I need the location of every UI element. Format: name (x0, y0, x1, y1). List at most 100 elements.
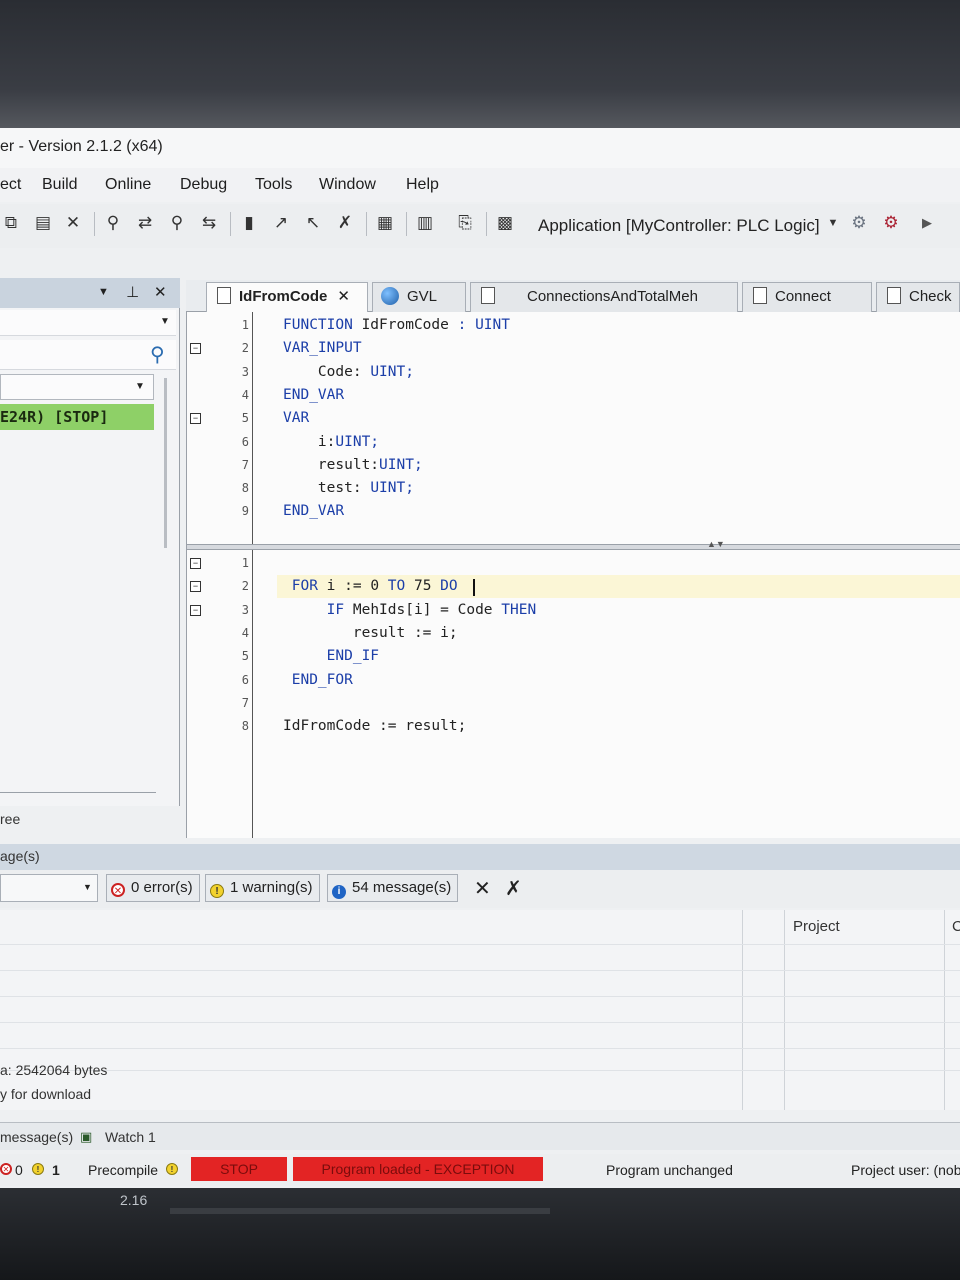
code-editor[interactable]: 1 FUNCTION IdFromCode : UINT 2− VAR_INPUT 3 … (186, 312, 960, 838)
tab-messages[interactable]: message(s) (0, 1129, 73, 1145)
bookmark-icon[interactable]: ▮ (238, 212, 260, 234)
code-line[interactable]: VAR_INPUT (283, 337, 362, 360)
message-download[interactable]: y for download (0, 1086, 91, 1102)
code-line[interactable]: test: UINT; (283, 477, 414, 500)
status-bar: ✕ 0 ! 1 Precompile ! STOP Program loaded… (0, 1154, 960, 1186)
code-line[interactable]: END_FOR (283, 669, 353, 692)
device-filter[interactable]: ▼ (0, 374, 154, 400)
column-c[interactable]: C (952, 918, 960, 935)
column-divider (742, 910, 743, 1110)
code-text: result: (283, 456, 380, 473)
warnings-filter[interactable]: ! 1 warning(s) (205, 874, 320, 902)
code-text: 75 (405, 578, 441, 595)
tab-connect[interactable]: Connect (742, 282, 872, 312)
replace-icon[interactable]: ⇄ (134, 212, 156, 234)
menu-tools[interactable]: Tools (255, 176, 292, 194)
clear-bookmarks-icon[interactable]: ✗ (334, 212, 356, 234)
device-node-plc[interactable]: E24R) [STOP] (0, 404, 154, 430)
tab-connectionsandtotalmeh[interactable]: ConnectionsAndTotalMeh (470, 282, 738, 312)
column-project[interactable]: Project (793, 918, 840, 935)
messages-header: age(s) (0, 844, 960, 870)
code-line[interactable]: END_VAR (283, 500, 344, 523)
close-icon[interactable]: ✕ (337, 283, 350, 311)
code-text: i := 0 (317, 578, 388, 595)
collapse-icon[interactable]: ▲▼ (707, 539, 725, 549)
copy-icon[interactable]: ⧉ (0, 212, 22, 234)
devices-tree-tab[interactable]: ree (0, 811, 20, 827)
find-in-project-icon[interactable]: ⚲ (166, 212, 188, 234)
message-memory[interactable]: a: 2542064 bytes (0, 1062, 107, 1078)
code-line[interactable]: IdFromCode := result; (283, 715, 466, 738)
message-category-select[interactable]: ▼ (0, 874, 98, 902)
find-icon[interactable]: ⚲ (102, 212, 124, 234)
login-icon[interactable]: ⚙ (848, 212, 870, 234)
messages-filter[interactable]: i 54 message(s) (327, 874, 459, 902)
chevron-down-icon[interactable]: ▼ (822, 212, 844, 234)
run-icon[interactable]: ▶ (916, 212, 938, 234)
export-icon[interactable]: ⎘ (454, 212, 476, 234)
close-icon[interactable]: ✕ (154, 283, 167, 301)
pin-icon[interactable]: ⊥ (126, 283, 139, 301)
code-line[interactable]: FOR i := 0 TO 75 DO (283, 575, 458, 598)
toolbar-separator (94, 212, 95, 236)
editor-tabs: IdFromCode ✕ GVL ConnectionsAndTotalMeh C… (186, 280, 960, 312)
tab-watch-1[interactable]: Watch 1 (105, 1129, 156, 1145)
errors-count: 0 error(s) (131, 879, 193, 896)
chevron-down-icon[interactable]: ▼ (98, 286, 109, 298)
active-application-select[interactable]: Application [MyController: PLC Logic] (538, 216, 820, 236)
clipboard-icon[interactable]: ▦ (374, 212, 396, 234)
code-line[interactable]: VAR (283, 407, 309, 430)
build-icon[interactable]: ▥ (414, 212, 436, 234)
tab-gvl[interactable]: GVL (372, 282, 466, 312)
panel-scrollbar[interactable] (164, 378, 167, 548)
paste-icon[interactable]: ▤ (32, 212, 54, 234)
code-line[interactable]: END_IF (283, 645, 379, 668)
clear-all-icon[interactable]: ✗ (505, 876, 522, 901)
code-text: result := i; (283, 624, 458, 641)
menu-project[interactable]: ect (0, 176, 21, 194)
menu-debug[interactable]: Debug (180, 176, 227, 194)
prev-bookmark-icon[interactable]: ↖ (302, 212, 324, 234)
menu-window[interactable]: Window (319, 176, 376, 194)
code-line[interactable]: FUNCTION IdFromCode : UINT (283, 314, 510, 337)
code-line[interactable]: END_VAR (283, 384, 344, 407)
row-divider (0, 1048, 960, 1049)
fold-toggle-icon[interactable]: − (190, 604, 201, 616)
editor-splitter[interactable]: ▲▼ (187, 539, 960, 550)
fold-toggle-icon[interactable]: − (190, 343, 201, 355)
code-text: MehIds[i] = Code (344, 601, 502, 618)
menu-help[interactable]: Help (406, 176, 439, 194)
next-bookmark-icon[interactable]: ↗ (270, 212, 292, 234)
document-icon (217, 287, 231, 304)
tab-check[interactable]: Check (876, 282, 960, 312)
clear-icon[interactable]: ✕ (474, 876, 491, 901)
code-line[interactable]: result := i; (283, 622, 458, 645)
search-icon[interactable]: ⚲ (150, 342, 165, 367)
logout-icon[interactable]: ⚙ (880, 212, 902, 234)
messages-list[interactable]: Project C a: 2542064 bytes y for downloa… (0, 910, 960, 1110)
replace-in-project-icon[interactable]: ⇆ (198, 212, 220, 234)
calendar-icon[interactable]: ▩ (494, 212, 516, 234)
code-keyword: : UINT (457, 317, 510, 333)
code-line[interactable]: Code: UINT; (283, 361, 414, 384)
code-line[interactable]: result:UINT; (283, 454, 423, 477)
tab-idfromcode[interactable]: IdFromCode ✕ (206, 282, 368, 312)
toolbar-separator (366, 212, 367, 236)
bottom-tabs: message(s) ▣ Watch 1 (0, 1122, 960, 1150)
fold-toggle-icon[interactable]: − (190, 413, 201, 425)
menu-online[interactable]: Online (105, 176, 151, 194)
delete-icon[interactable]: ✕ (62, 212, 84, 234)
fold-toggle-icon[interactable]: − (190, 558, 201, 569)
status-precompile[interactable]: Precompile (88, 1162, 158, 1178)
menu-build[interactable]: Build (42, 176, 78, 194)
column-divider (784, 910, 785, 1110)
code-line[interactable]: IF MehIds[i] = Code THEN (283, 599, 537, 622)
code-line[interactable]: i:UINT; (283, 431, 379, 454)
panel-search[interactable]: ⚲ (0, 340, 176, 370)
panel-dropdown[interactable]: ▼ (0, 310, 176, 336)
errors-filter[interactable]: ✕ 0 error(s) (106, 874, 200, 902)
fold-toggle-icon[interactable]: − (190, 581, 201, 593)
tab-label: IdFromCode (239, 288, 328, 305)
